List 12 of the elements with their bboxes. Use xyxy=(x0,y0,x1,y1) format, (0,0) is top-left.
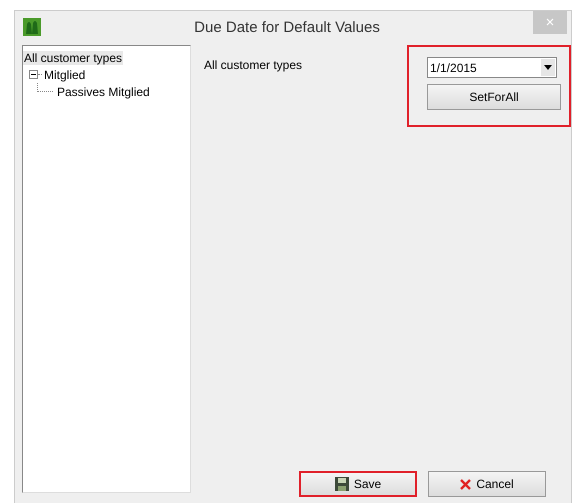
app-logo-icon xyxy=(23,18,41,36)
collapse-icon[interactable] xyxy=(29,70,38,79)
tree-item[interactable]: Passives Mitglied xyxy=(56,84,151,98)
window-title: Due Date for Default Values xyxy=(193,18,381,36)
cross-icon xyxy=(460,478,472,490)
set-for-all-button[interactable]: SetForAll xyxy=(427,84,561,110)
field-label: All customer types xyxy=(204,58,302,74)
cancel-button[interactable]: Cancel xyxy=(428,471,546,497)
tree-item[interactable]: Mitglied xyxy=(43,68,86,82)
date-dropdown[interactable]: 1/1/2015 xyxy=(427,57,557,78)
tree-item[interactable]: All customer types xyxy=(23,50,124,64)
save-button[interactable]: Save xyxy=(299,471,417,497)
